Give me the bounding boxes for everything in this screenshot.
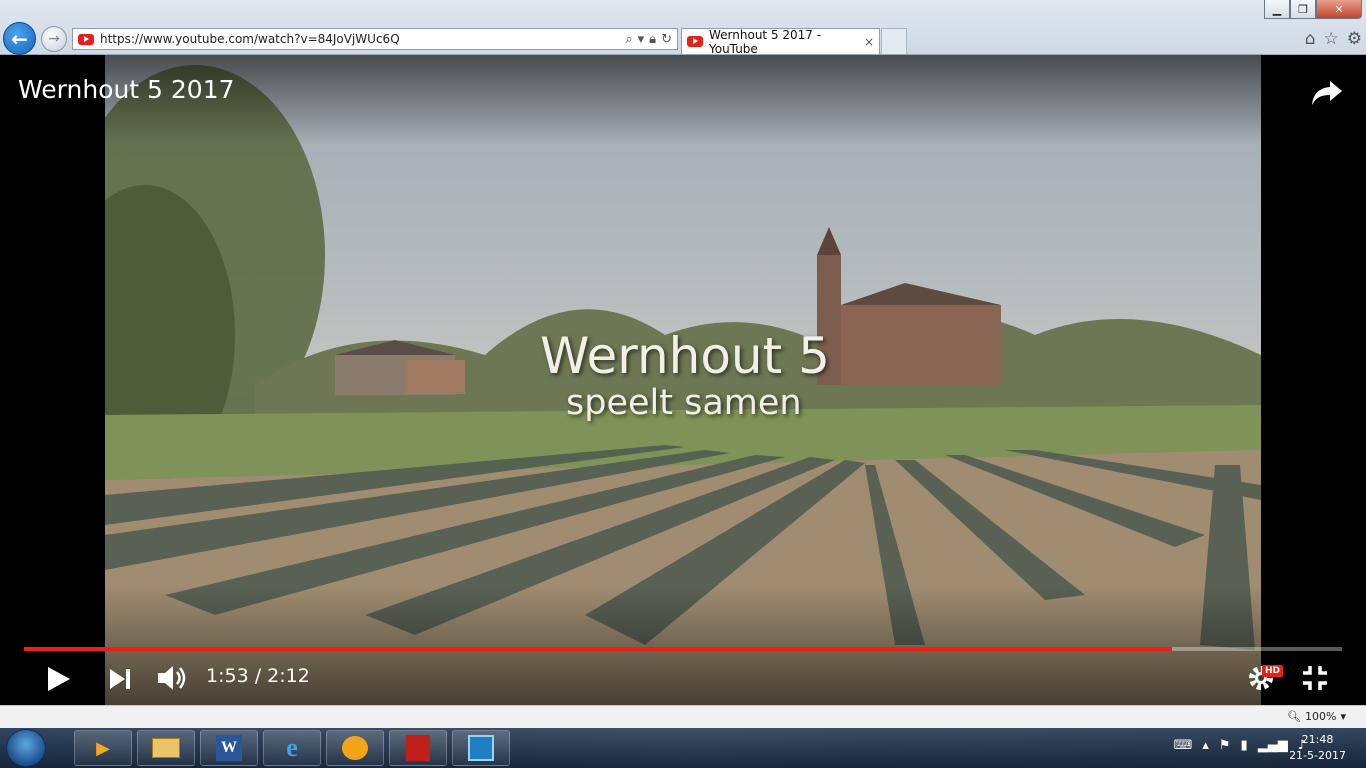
forward-icon: → xyxy=(48,31,60,47)
forward-button[interactable]: → xyxy=(41,26,67,52)
lock-icon[interactable]: 🔒︎ xyxy=(649,32,656,47)
zoom-icon: 🔍︎ xyxy=(1287,710,1302,723)
video-overlay-subtitle: speelt samen xyxy=(566,383,802,423)
settings-gear-icon[interactable]: ⚙ xyxy=(1347,29,1362,49)
taskbar-outlook[interactable] xyxy=(326,730,384,766)
new-tab-button[interactable] xyxy=(881,28,907,54)
browser-chrome: ▁ ❐ ✕ ← → https://www.youtube.com/watch?… xyxy=(0,0,1366,56)
minimize-button[interactable]: ▁ xyxy=(1264,0,1290,19)
hd-badge: HD xyxy=(1262,665,1284,677)
video-title[interactable]: Wernhout 5 2017 xyxy=(18,75,235,104)
taskbar-media-player[interactable]: ▶ xyxy=(74,730,132,766)
back-icon: ← xyxy=(11,26,28,51)
close-window-button[interactable]: ✕ xyxy=(1316,0,1362,19)
lync-icon xyxy=(468,735,494,761)
system-tray: ⌨ ▴ ⚑ ▮ ▂▄▆ ♪ xyxy=(1174,738,1306,753)
youtube-favicon-icon xyxy=(78,33,94,45)
show-hidden-icons[interactable]: ▴ xyxy=(1202,738,1209,753)
taskbar-word[interactable]: W xyxy=(200,730,258,766)
refresh-icon[interactable]: ↻ xyxy=(661,32,672,47)
outlook-icon xyxy=(342,736,368,760)
next-button[interactable] xyxy=(108,666,132,692)
controls-gradient xyxy=(0,585,1366,705)
address-bar[interactable]: https://www.youtube.com/watch?v=84JoVjWU… xyxy=(72,28,678,50)
zoom-control[interactable]: 🔍︎ 100% ▾ xyxy=(1287,710,1346,723)
progress-bar[interactable] xyxy=(24,647,1342,651)
play-button[interactable] xyxy=(44,664,74,694)
tab-close-icon[interactable]: × xyxy=(864,35,874,49)
internet-explorer-icon: e xyxy=(286,733,298,762)
favorites-star-icon[interactable]: ☆ xyxy=(1324,29,1339,49)
start-button[interactable] xyxy=(6,729,46,767)
clock[interactable]: 21:48 21-5-2017 xyxy=(1289,732,1346,764)
clock-time: 21:48 xyxy=(1301,733,1334,746)
status-bar: 🔍︎ 100% ▾ xyxy=(0,705,1366,728)
tab-title: Wernhout 5 2017 - YouTube xyxy=(709,27,822,56)
search-icon[interactable]: ⌕ xyxy=(625,32,632,47)
back-button[interactable]: ← xyxy=(3,22,36,55)
file-explorer-icon xyxy=(152,738,180,758)
maximize-button[interactable]: ❐ xyxy=(1290,0,1316,19)
tab-youtube[interactable]: Wernhout 5 2017 - YouTube × xyxy=(681,27,880,56)
video-player[interactable]: Wernhout 5 speelt samen Wernhout 5 2017 … xyxy=(0,55,1366,705)
time-display: 1:53 / 2:12 xyxy=(206,665,310,687)
url-text[interactable]: https://www.youtube.com/watch?v=84JoVjWU… xyxy=(100,32,625,46)
dropdown-icon[interactable]: ▾ xyxy=(638,32,645,47)
taskbar: ▶ W e ⌨ ▴ ⚑ ▮ ▂▄▆ ♪ 21:48 21-5-2017 xyxy=(0,728,1366,768)
word-icon: W xyxy=(216,735,242,761)
taskbar-internet-explorer[interactable]: e xyxy=(263,730,321,766)
exit-fullscreen-button[interactable] xyxy=(1300,663,1330,693)
zoom-level: 100% xyxy=(1305,710,1337,723)
clock-date: 21-5-2017 xyxy=(1289,749,1346,762)
taskbar-lync[interactable] xyxy=(452,730,510,766)
signal-icon[interactable]: ▂▄▆ xyxy=(1258,738,1288,753)
window-controls: ▁ ❐ ✕ xyxy=(1264,0,1362,19)
acrobat-icon xyxy=(406,735,430,761)
action-center-flag-icon[interactable]: ⚑ xyxy=(1219,738,1231,753)
home-icon[interactable]: ⌂ xyxy=(1305,29,1316,49)
volume-button[interactable] xyxy=(155,663,189,693)
progress-played xyxy=(24,647,1173,651)
taskbar-acrobat[interactable] xyxy=(389,730,447,766)
keyboard-icon[interactable]: ⌨ xyxy=(1174,738,1193,753)
video-overlay-title: Wernhout 5 xyxy=(540,327,830,385)
youtube-favicon-icon xyxy=(687,36,703,47)
share-icon[interactable] xyxy=(1310,75,1344,109)
network-icon[interactable]: ▮ xyxy=(1241,738,1248,753)
chevron-down-icon: ▾ xyxy=(1340,710,1346,723)
windows-media-player-icon: ▶ xyxy=(96,737,110,759)
taskbar-explorer[interactable] xyxy=(137,730,195,766)
